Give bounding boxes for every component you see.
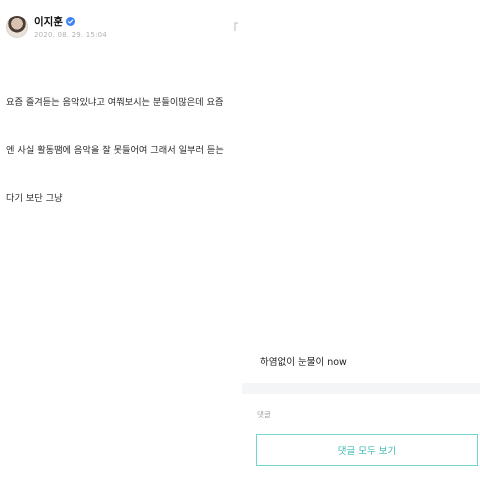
post-date: 2020. 08. 29. 15:04 (34, 31, 107, 39)
post-body-line: 다기 보단 그냥 (6, 193, 63, 204)
view-all-comments-button[interactable]: 댓글 모두 보기 (256, 434, 478, 466)
comment-text: 하염없이 눈물이 now (260, 357, 347, 368)
post-body: 요즘 즐겨듣는 음악있냐고 여쭤보시는 분들이많은데 요즘 엔 사실 활동땜에 … (6, 63, 242, 239)
author-name[interactable]: 이지훈 (34, 15, 63, 29)
verified-check-icon (66, 17, 75, 26)
post-header: 이지훈 2020. 08. 29. 15:04 (6, 16, 242, 46)
more-options-icon[interactable] (234, 17, 242, 31)
section-divider (242, 383, 480, 394)
comment-panel: 하염없이 눈물이 now 댓글 댓글 모두 보기 (242, 0, 480, 480)
post-body-line: 요즘 즐겨듣는 음악있냐고 여쭤보시는 분들이많은데 요즘 (6, 97, 224, 108)
post-panel: 이지훈 2020. 08. 29. 15:04 요즘 즐겨듣는 음악있냐고 여쭤… (0, 0, 242, 480)
page: 이지훈 2020. 08. 29. 15:04 요즘 즐겨듣는 음악있냐고 여쭤… (0, 0, 480, 480)
comments-label: 댓글 (257, 410, 271, 419)
avatar[interactable] (6, 16, 28, 38)
post-body-line: 엔 사실 활동땜에 음악을 잘 못들어여 그래서 일부러 듣는 (6, 145, 224, 156)
